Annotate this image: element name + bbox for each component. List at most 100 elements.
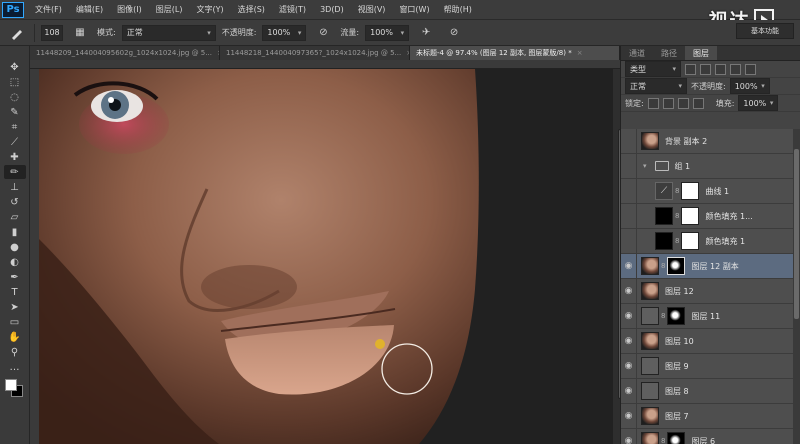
layer-row-selected[interactable]: ◉ 8 图层 12 副本 xyxy=(621,253,800,279)
layer-row[interactable]: 8 颜色填充 1 xyxy=(621,228,800,254)
eyedropper-icon[interactable]: ⟋ xyxy=(4,135,26,149)
eye-icon[interactable]: ◉ xyxy=(621,353,637,379)
visibility-toggle[interactable] xyxy=(621,129,637,154)
stamp-icon[interactable]: ⊥ xyxy=(4,180,26,194)
blend-mode-select[interactable]: 正常 xyxy=(625,78,687,94)
lasso-icon[interactable]: ◌ xyxy=(4,90,26,104)
mode-select[interactable]: 正常 xyxy=(121,24,216,41)
layer-row[interactable]: ◉ 图层 10 xyxy=(621,328,800,354)
shape-icon[interactable]: ▭ xyxy=(4,315,26,329)
move-icon[interactable]: ✥ xyxy=(4,60,26,74)
layer-row[interactable]: ◉ 图层 8 xyxy=(621,378,800,404)
menu-view[interactable]: 视图(V) xyxy=(351,4,393,15)
pressure-opacity-icon[interactable]: ⊘ xyxy=(312,26,334,40)
hand-icon[interactable]: ✋ xyxy=(4,330,26,344)
layer-group-row[interactable]: ▾ 组 1 xyxy=(621,153,800,179)
eye-icon[interactable]: ◉ xyxy=(621,253,637,279)
layer-row[interactable]: ◉ 图层 12 xyxy=(621,278,800,304)
panel-opacity-input[interactable]: 100% xyxy=(729,78,770,94)
layer-kind-filter[interactable]: 类型 xyxy=(625,61,681,77)
canvas-scrollbar[interactable] xyxy=(613,69,623,444)
brush-size-picker[interactable]: 108 xyxy=(41,24,63,41)
filter-smart-icon[interactable] xyxy=(745,63,756,75)
foreground-color[interactable] xyxy=(4,379,17,391)
quick-select-icon[interactable]: ✎ xyxy=(4,105,26,119)
blur-icon[interactable]: ● xyxy=(4,240,26,254)
menu-layer[interactable]: 图层(L) xyxy=(149,4,190,15)
workspace-select[interactable]: 基本功能 xyxy=(736,23,794,39)
menu-type[interactable]: 文字(Y) xyxy=(189,4,230,15)
path-select-icon[interactable]: ➤ xyxy=(4,300,26,314)
layer-row[interactable]: ◉ 图层 7 xyxy=(621,403,800,429)
menu-window[interactable]: 窗口(W) xyxy=(392,4,436,15)
layer-row[interactable]: ⟋ 8 曲线 1 xyxy=(621,178,800,204)
document-tab-active[interactable]: 未标题-4 @ 97.4% (图层 12 副本, 图层蒙版/8) * × xyxy=(410,46,620,60)
type-icon[interactable]: T xyxy=(4,285,26,299)
eye-icon[interactable]: ◉ xyxy=(621,328,637,354)
filter-shape-icon[interactable] xyxy=(730,63,741,75)
layer-row[interactable]: 背景 副本 2 xyxy=(621,129,800,154)
menu-file[interactable]: 文件(F) xyxy=(28,4,69,15)
layer-row[interactable]: ◉ 8 图层 11 xyxy=(621,303,800,329)
document-tab[interactable]: 11448218_144004097365?_1024x1024.jpg @ 5… xyxy=(220,46,410,60)
filter-adjustment-icon[interactable] xyxy=(700,63,711,75)
fill-input[interactable]: 100% xyxy=(738,95,779,111)
layer-mask-thumbnail[interactable] xyxy=(681,207,700,225)
lock-position-icon[interactable] xyxy=(677,97,689,109)
history-brush-icon[interactable]: ↺ xyxy=(4,195,26,209)
expand-arrow-icon[interactable]: ▾ xyxy=(643,162,647,170)
layer-row[interactable]: ◉ 8 图层 6 xyxy=(621,428,800,444)
layer-row[interactable]: ◉ 图层 9 xyxy=(621,353,800,379)
lock-transparent-icon[interactable] xyxy=(647,97,659,109)
menu-select[interactable]: 选择(S) xyxy=(231,4,272,15)
layer-mask-thumbnail[interactable] xyxy=(667,432,686,444)
dodge-icon[interactable]: ◐ xyxy=(4,255,26,269)
visibility-toggle[interactable] xyxy=(621,153,637,179)
tab-channels[interactable]: 通道 xyxy=(621,46,653,60)
pen-icon[interactable]: ✒ xyxy=(4,270,26,284)
visibility-toggle[interactable] xyxy=(621,178,637,204)
menu-3d[interactable]: 3D(D) xyxy=(313,5,351,14)
lock-all-icon[interactable] xyxy=(692,97,704,109)
menu-filter[interactable]: 滤镜(T) xyxy=(272,4,313,15)
layer-mask-thumbnail[interactable] xyxy=(667,307,686,325)
eye-icon[interactable]: ◉ xyxy=(621,278,637,304)
visibility-toggle[interactable] xyxy=(621,228,637,254)
more-tools-icon[interactable]: … xyxy=(4,360,26,374)
menu-edit[interactable]: 编辑(E) xyxy=(69,4,110,15)
visibility-toggle[interactable] xyxy=(621,203,637,229)
eye-icon[interactable]: ◉ xyxy=(621,378,637,404)
airbrush-icon[interactable]: ✈ xyxy=(415,26,437,40)
document-tab[interactable]: 11448209_144004095602g_1024x1024.jpg @ 5… xyxy=(30,46,220,60)
filter-type-icon[interactable] xyxy=(715,63,726,75)
eye-icon[interactable]: ◉ xyxy=(621,428,637,444)
scroll-thumb[interactable] xyxy=(794,149,799,319)
document-canvas[interactable] xyxy=(39,69,613,444)
gradient-icon[interactable]: ▮ xyxy=(4,225,26,239)
lock-image-icon[interactable] xyxy=(662,97,674,109)
tab-layers[interactable]: 图层 xyxy=(685,46,717,60)
menu-help[interactable]: 帮助(H) xyxy=(437,4,479,15)
marquee-icon[interactable]: ⬚ xyxy=(4,75,26,89)
filter-pixel-icon[interactable] xyxy=(685,63,696,75)
layer-row[interactable]: 8 颜色填充 1... xyxy=(621,203,800,229)
layer-mask-thumbnail[interactable] xyxy=(681,232,700,250)
eraser-icon[interactable]: ▱ xyxy=(4,210,26,224)
healing-icon[interactable]: ✚ xyxy=(4,150,26,164)
pressure-size-icon[interactable]: ⊘ xyxy=(443,26,465,40)
opacity-input[interactable]: 100% xyxy=(262,24,307,41)
color-swatches[interactable] xyxy=(3,377,27,399)
brush-icon[interactable]: ✏ xyxy=(3,165,26,179)
brush-panel-icon[interactable]: ▦ xyxy=(69,26,91,40)
tab-paths[interactable]: 路径 xyxy=(653,46,685,60)
zoom-icon[interactable]: ⚲ xyxy=(4,345,26,359)
eye-icon[interactable]: ◉ xyxy=(621,403,637,429)
menu-image[interactable]: 图像(I) xyxy=(110,4,149,15)
brush-preset-icon[interactable] xyxy=(6,26,28,40)
eye-icon[interactable]: ◉ xyxy=(621,303,637,329)
crop-icon[interactable]: ⌗ xyxy=(4,120,26,134)
layer-mask-thumbnail[interactable] xyxy=(681,182,700,200)
flow-input[interactable]: 100% xyxy=(365,24,410,41)
layers-scrollbar[interactable] xyxy=(793,129,800,444)
close-icon[interactable]: × xyxy=(577,49,583,57)
